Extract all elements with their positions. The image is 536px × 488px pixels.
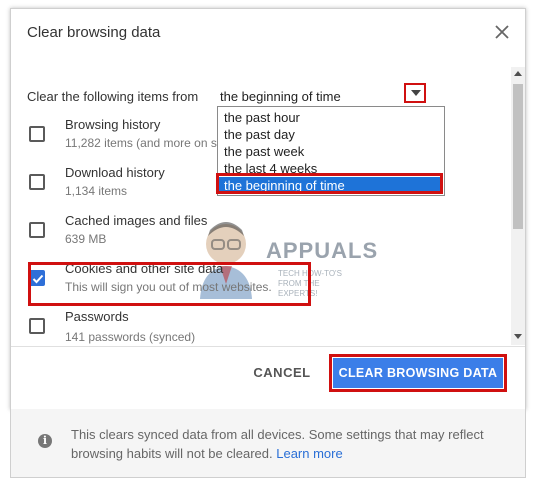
scroll-down-icon[interactable] (514, 334, 522, 339)
option-past-day[interactable]: the past day (218, 126, 442, 143)
item-passwords[interactable]: Passwords 141 passwords (synced) (11, 306, 511, 344)
passwords-checkbox[interactable] (29, 318, 45, 334)
option-past-week[interactable]: the past week (218, 143, 442, 160)
dialog-title: Clear browsing data (27, 24, 161, 41)
clear-browsing-data-dialog: Clear browsing data Clear the following … (10, 8, 526, 410)
item-label: Download history (65, 165, 165, 180)
divider (11, 346, 525, 347)
chevron-down-icon[interactable] (404, 83, 426, 103)
item-label: Passwords (65, 309, 129, 324)
time-range-value: the beginning of time (220, 89, 341, 104)
item-label: Cached images and files (65, 213, 208, 228)
close-icon[interactable] (493, 23, 511, 41)
item-sub: 141 passwords (synced) (65, 330, 196, 344)
item-sub: This will sign you out of most websites. (65, 280, 272, 294)
option-past-hour[interactable]: the past hour (218, 109, 442, 126)
dialog-footer: i This clears synced data from all devic… (10, 409, 526, 478)
check-icon (32, 274, 44, 284)
item-sub: 1,134 items (65, 184, 128, 198)
item-label: Cookies and other site data (65, 261, 224, 276)
time-range-dropdown: the past hour the past day the past week… (217, 106, 445, 196)
scroll-up-icon[interactable] (514, 71, 522, 76)
clear-browsing-data-button[interactable]: CLEAR BROWSING DATA (333, 358, 503, 388)
option-last-4-weeks[interactable]: the last 4 weeks (218, 160, 442, 177)
cookies-checkbox[interactable] (29, 270, 45, 286)
scrollbar-thumb[interactable] (513, 84, 523, 229)
browsing-history-checkbox[interactable] (29, 126, 45, 142)
item-sub: 639 MB (65, 232, 107, 246)
download-history-checkbox[interactable] (29, 174, 45, 190)
cancel-button[interactable]: CANCEL (247, 359, 317, 387)
item-cookies[interactable]: Cookies and other site data This will si… (11, 258, 511, 304)
option-beginning-of-time[interactable]: the beginning of time (218, 177, 442, 194)
info-icon: i (38, 434, 52, 448)
item-cached-images[interactable]: Cached images and files 639 MB (11, 210, 511, 256)
footer-text: This clears synced data from all devices… (71, 425, 511, 463)
item-label: Browsing history (65, 117, 161, 132)
cached-images-checkbox[interactable] (29, 222, 45, 238)
learn-more-link[interactable]: Learn more (276, 446, 342, 461)
range-label: Clear the following items from (27, 89, 199, 104)
time-range-select[interactable]: the beginning of time (220, 82, 432, 108)
